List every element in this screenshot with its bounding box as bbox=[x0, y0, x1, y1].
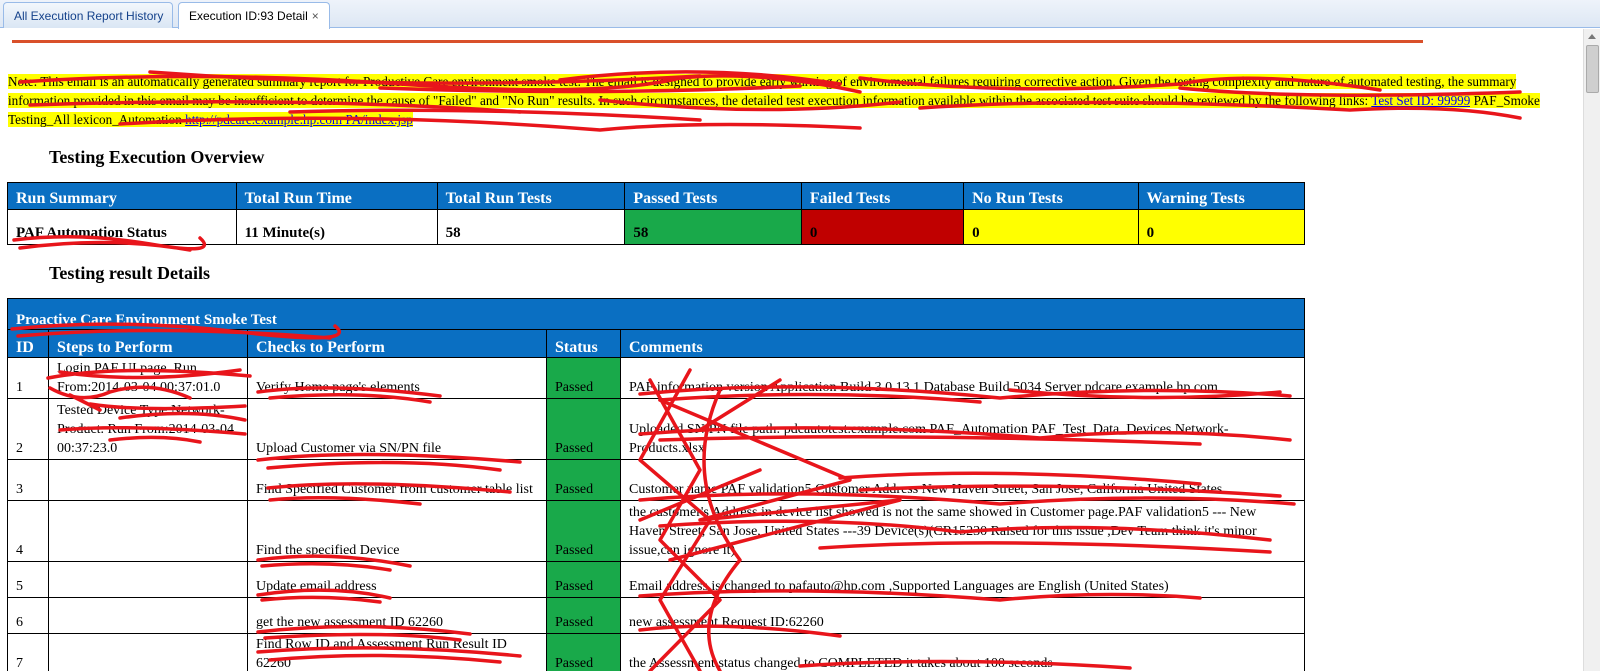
col-checks: Checks to Perform bbox=[247, 329, 547, 358]
tab-all-execution-report-history[interactable]: All Execution Report History bbox=[3, 2, 173, 28]
col-steps: Steps to Perform bbox=[48, 329, 248, 358]
row-status: Passed bbox=[546, 597, 621, 634]
row-id: 3 bbox=[7, 459, 49, 501]
row-comment: the Assessment status changed to COMPLET… bbox=[619, 633, 1306, 671]
table-row: 4 Find the specified Device Passed the c… bbox=[7, 500, 1306, 562]
row-check: Find Specified Customer from customer ta… bbox=[247, 459, 547, 501]
scroll-up-arrow-icon[interactable] bbox=[1588, 34, 1596, 39]
col-warning-tests: Warning Tests bbox=[1137, 182, 1306, 210]
report-content: Note: This email is an automatically gen… bbox=[0, 29, 1583, 671]
row-check: Upload Customer via SN/PN file bbox=[247, 398, 547, 460]
col-total-run-time: Total Run Time bbox=[235, 182, 438, 210]
col-passed-tests: Passed Tests bbox=[624, 182, 802, 210]
total-run-time-value: 11 Minute(s) bbox=[235, 209, 438, 245]
row-id: 4 bbox=[7, 500, 49, 562]
row-step bbox=[48, 597, 248, 634]
note-text: Note: This email is an automatically gen… bbox=[8, 74, 1517, 108]
row-check: Update email address bbox=[247, 561, 547, 598]
row-id: 2 bbox=[7, 398, 49, 460]
col-failed-tests: Failed Tests bbox=[800, 182, 965, 210]
tab-execution-detail[interactable]: Execution ID:93 Detail × bbox=[178, 2, 330, 29]
col-total-run-tests: Total Run Tests bbox=[436, 182, 626, 210]
row-step: Login PAF UI page. Run From:2014-03-04 0… bbox=[48, 357, 248, 399]
row-id: 1 bbox=[7, 357, 49, 399]
row-step bbox=[48, 633, 248, 671]
overview-heading: Testing Execution Overview bbox=[49, 147, 265, 167]
table-row: 3 Find Specified Customer from customer … bbox=[7, 459, 1306, 501]
no-run-tests-value: 0 bbox=[963, 209, 1139, 245]
row-status: Passed bbox=[546, 459, 621, 501]
row-comment: PAF information version Application Buil… bbox=[619, 357, 1306, 399]
suite-name: Proactive Care Environment Smoke Test bbox=[6, 298, 1306, 330]
close-icon[interactable]: × bbox=[312, 9, 319, 23]
row-step bbox=[48, 459, 248, 501]
overview-table: Run Summary Total Run Time Total Run Tes… bbox=[7, 182, 1306, 245]
table-row: 7 Find Row ID and Assessment Run Result … bbox=[7, 633, 1306, 671]
row-comment: the customer's Address in device list sh… bbox=[619, 500, 1306, 562]
failed-tests-value: 0 bbox=[800, 209, 965, 245]
row-status: Passed bbox=[546, 357, 621, 399]
scrollbar-thumb[interactable] bbox=[1586, 45, 1599, 93]
table-row: 6 get the new assessment ID 62260 Passed… bbox=[7, 597, 1306, 634]
test-set-link[interactable]: Test Set ID: 99999 bbox=[1371, 93, 1471, 108]
row-comment: Customer name PAF validation5 Customer A… bbox=[619, 459, 1306, 501]
row-check: Find Row ID and Assessment Run Result ID… bbox=[247, 633, 547, 671]
table-row: 5 Update email address Passed Email addr… bbox=[7, 561, 1306, 598]
row-step bbox=[48, 500, 248, 562]
email-note: Note: This email is an automatically gen… bbox=[8, 72, 1575, 129]
passed-tests-value: 58 bbox=[624, 209, 802, 245]
total-run-tests-value: 58 bbox=[436, 209, 626, 245]
overview-values-row: PAF Automation Status 11 Minute(s) 58 58… bbox=[7, 209, 1306, 245]
col-run-summary: Run Summary bbox=[7, 182, 237, 210]
row-status: Passed bbox=[546, 561, 621, 598]
row-check: get the new assessment ID 62260 bbox=[247, 597, 547, 634]
vertical-scrollbar[interactable] bbox=[1583, 29, 1600, 671]
table-row: 2 Tested Device Type Network-Product. Ru… bbox=[7, 398, 1306, 460]
suite-row: Proactive Care Environment Smoke Test bbox=[6, 298, 1306, 330]
row-check: Find the specified Device bbox=[247, 500, 547, 562]
warning-tests-value: 0 bbox=[1137, 209, 1306, 245]
row-id: 7 bbox=[7, 633, 49, 671]
row-id: 5 bbox=[7, 561, 49, 598]
details-header-row: ID Steps to Perform Checks to Perform St… bbox=[7, 329, 1306, 358]
header-divider bbox=[12, 40, 1423, 43]
run-summary-value: PAF Automation Status bbox=[7, 209, 237, 245]
details-heading: Testing result Details bbox=[49, 263, 211, 283]
row-status: Passed bbox=[546, 633, 621, 671]
col-comments: Comments bbox=[619, 329, 1306, 358]
tab-label: All Execution Report History bbox=[14, 9, 164, 23]
row-step bbox=[48, 561, 248, 598]
row-status: Passed bbox=[546, 398, 621, 460]
col-status: Status bbox=[546, 329, 621, 358]
tab-strip: All Execution Report History Execution I… bbox=[0, 0, 1600, 29]
details-table: Proactive Care Environment Smoke Test ID… bbox=[6, 298, 1306, 671]
table-row: 1 Login PAF UI page. Run From:2014-03-04… bbox=[7, 357, 1306, 399]
row-status: Passed bbox=[546, 500, 621, 562]
tab-label: Execution ID:93 Detail bbox=[189, 9, 308, 23]
overview-header-row: Run Summary Total Run Time Total Run Tes… bbox=[7, 182, 1306, 210]
row-id: 6 bbox=[7, 597, 49, 634]
row-comment: Email address is changed to pafauto@hp.c… bbox=[619, 561, 1306, 598]
row-step: Tested Device Type Network-Product. Run … bbox=[48, 398, 248, 460]
col-no-run-tests: No Run Tests bbox=[963, 182, 1139, 210]
pdcare-link[interactable]: http://pdcare.example.hp.com PA/index.js… bbox=[185, 112, 413, 127]
row-check: Verify Home page's elements bbox=[247, 357, 547, 399]
col-id: ID bbox=[7, 329, 49, 358]
row-comment: Uploaded SN/PN file path: pdcautotest.ex… bbox=[619, 398, 1306, 460]
row-comment: new assessment Request ID:62260 bbox=[619, 597, 1306, 634]
